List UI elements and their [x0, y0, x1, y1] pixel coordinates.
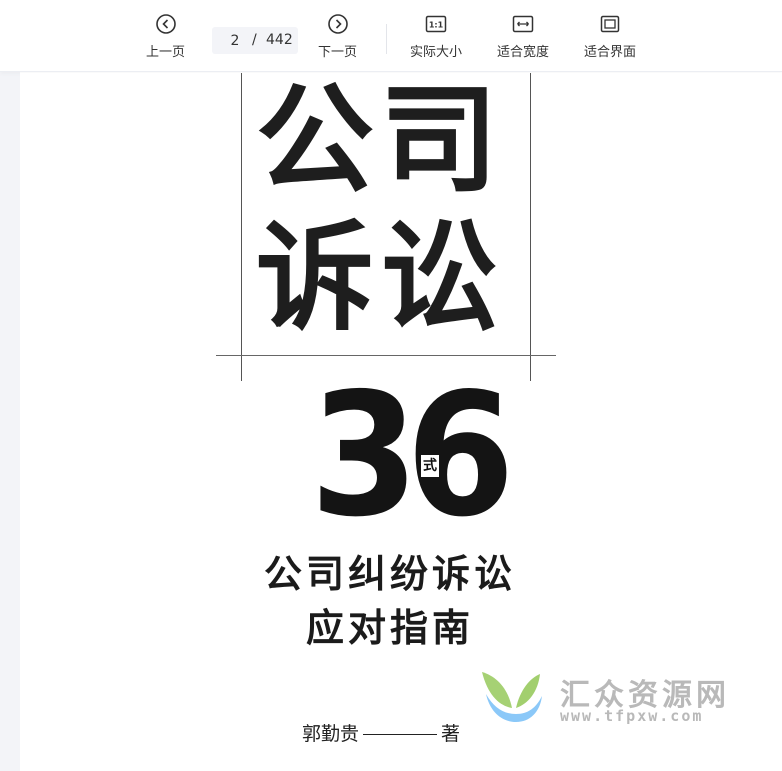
- book-subtitle-line1: 公司纠纷诉讼: [263, 552, 516, 596]
- frame-line-left: [241, 73, 242, 381]
- next-page-button[interactable]: 下一页: [318, 12, 357, 60]
- prev-page-label: 上一页: [146, 45, 186, 60]
- book-author: 郭勤贵 著: [302, 719, 460, 746]
- book-title-line1: 公司: [256, 73, 505, 209]
- fit-page-button[interactable]: 适合界面: [584, 12, 636, 60]
- left-gutter: [0, 72, 20, 771]
- book-subtitle-line2: 应对指南: [305, 606, 474, 650]
- next-page-label: 下一页: [318, 45, 358, 60]
- watermark-logo-icon: [482, 672, 542, 722]
- prev-page-button[interactable]: 上一页: [146, 12, 185, 60]
- book-title-line2: 诉讼: [256, 209, 505, 347]
- fit-page-icon: [600, 15, 620, 33]
- actual-size-button[interactable]: 1:1 实际大小: [410, 12, 462, 60]
- frame-line-horizontal: [216, 355, 556, 356]
- author-name: 郭勤贵: [302, 723, 360, 745]
- prev-circle-icon: [155, 14, 176, 34]
- author-dash: [363, 734, 438, 735]
- next-circle-icon: [327, 14, 348, 34]
- svg-text:1:1: 1:1: [429, 21, 444, 30]
- toolbar-divider: [386, 24, 387, 54]
- fit-width-button[interactable]: 适合宽度: [497, 12, 549, 60]
- document-page: 公司 诉讼 36 式 公司纠纷诉讼 应对指南 郭勤贵 著: [20, 73, 782, 771]
- watermark-url: www.tfpxw.com: [560, 707, 704, 725]
- actual-size-label: 实际大小: [410, 45, 463, 60]
- actual-size-icon: 1:1: [425, 15, 447, 33]
- viewer-toolbar: 上一页 / 442 下一页 1:1 实际大小 适合宽度 适合界面: [0, 0, 782, 72]
- fit-page-label: 适合界面: [584, 45, 637, 60]
- page-separator: /: [252, 32, 257, 48]
- current-page-input[interactable]: [218, 30, 252, 52]
- fit-width-icon: [512, 15, 534, 33]
- frame-line-right: [530, 73, 531, 381]
- book-number: 36: [310, 357, 515, 555]
- fit-width-label: 适合宽度: [497, 45, 550, 60]
- total-pages: 442: [266, 32, 293, 48]
- book-number-suffix: 式: [421, 455, 439, 477]
- page-indicator: / 442: [212, 27, 298, 54]
- author-role: 著: [441, 723, 461, 745]
